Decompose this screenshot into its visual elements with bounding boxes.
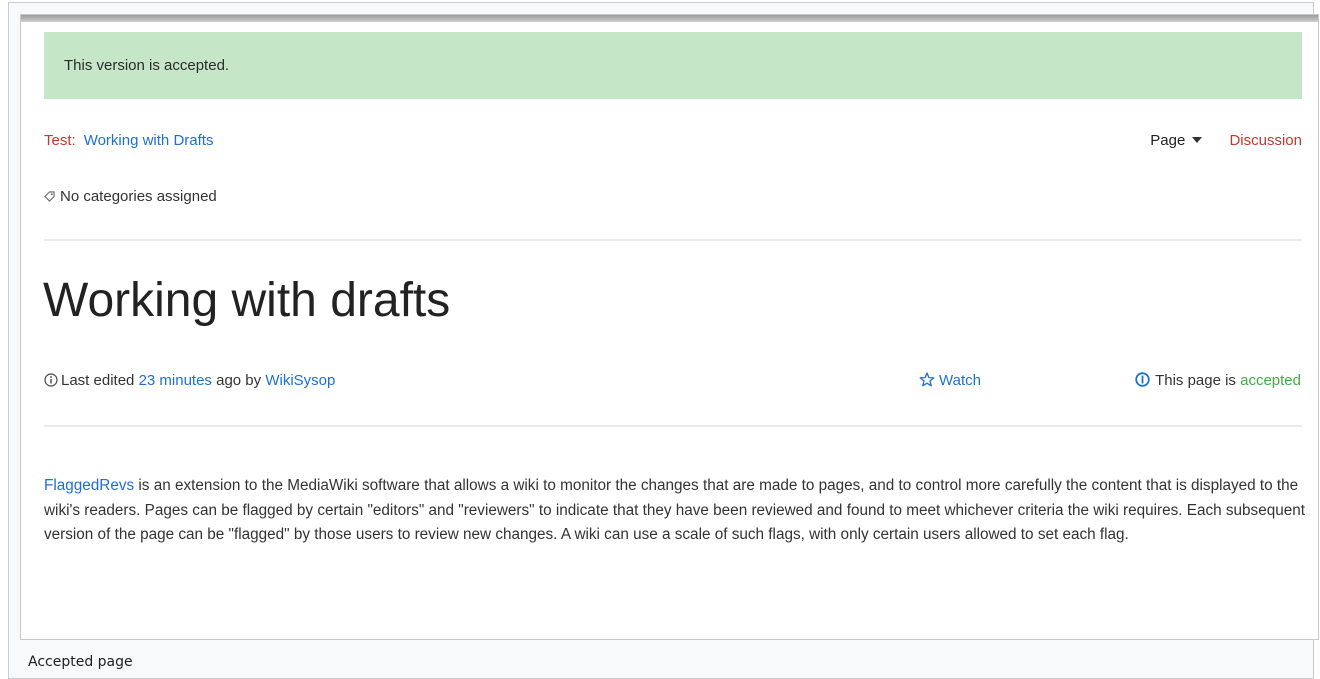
page-actions: Page Discussion [1150,132,1302,149]
review-status-banner: This version is accepted. [44,32,1302,99]
watch-button[interactable]: Watch [919,372,981,389]
banner-text: This version is accepted. [64,57,230,74]
status-badge: accepted [1240,372,1301,389]
screenshot: This version is accepted. Test: Working w… [20,14,1319,640]
image-frame: This version is accepted. Test: Working w… [8,2,1319,679]
breadcrumb-page-link[interactable]: Working with Drafts [84,132,214,149]
watch-label: Watch [939,372,981,389]
edit-middle: ago by [216,372,262,389]
accepted-status: This page is accepted [1135,372,1301,389]
divider [44,425,1302,427]
breadcrumb-namespace: Test: [44,132,76,149]
discussion-link[interactable]: Discussion [1229,132,1302,149]
page-menu-button[interactable]: Page [1150,132,1203,149]
page-nav: Test: Working with Drafts Page Discussion [44,132,1302,152]
tag-icon [44,191,55,202]
top-bar [21,15,1318,22]
status-prefix: This page is [1155,372,1236,389]
chevron-down-icon [1192,137,1203,143]
categories: No categories assigned [44,188,217,205]
content-paragraph: FlaggedRevs is an extension to the Media… [44,474,1306,548]
info-icon [44,373,58,387]
categories-text: No categories assigned [60,188,217,205]
image-caption: Accepted page [28,654,133,670]
flaggedrevs-link[interactable]: FlaggedRevs [44,477,134,494]
edit-time-link[interactable]: 23 minutes [139,372,212,389]
edit-info: Last edited 23 minutes ago by WikiSysop [44,372,1302,389]
page-title: Working with drafts [43,274,451,327]
star-icon [919,372,935,387]
divider [44,239,1302,241]
edit-prefix: Last edited [61,372,135,389]
user-link[interactable]: WikiSysop [265,372,335,389]
info-circle-icon [1135,372,1150,387]
page-menu-label: Page [1150,132,1186,149]
paragraph-text: is an extension to the MediaWiki softwar… [44,477,1305,543]
